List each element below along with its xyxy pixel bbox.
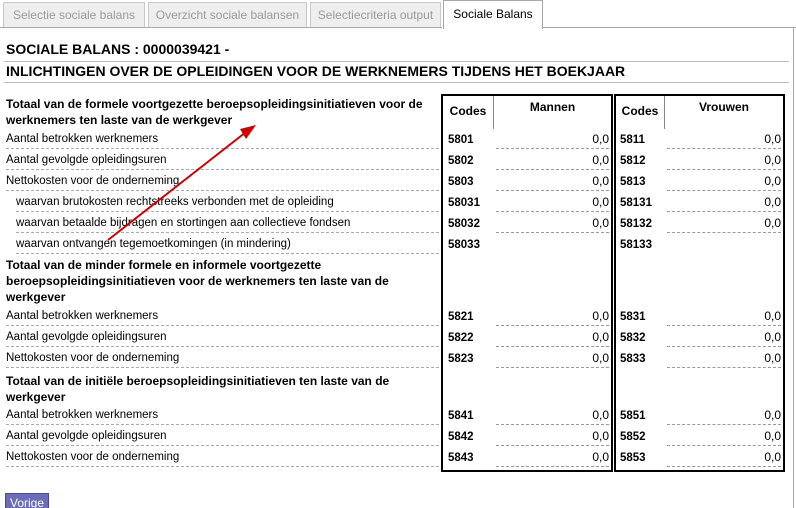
code-mannen: 5803	[448, 176, 474, 188]
content-frame-border	[793, 27, 794, 508]
value-mannen: 0,0	[496, 216, 609, 233]
code-mannen: 5821	[448, 311, 474, 323]
code-vrouwen: 58131	[620, 197, 652, 209]
mannen-header: Mannen	[529, 100, 576, 114]
value-vrouwen: 0,0	[667, 351, 781, 368]
code-mannen: 5843	[448, 452, 474, 464]
code-vrouwen: 5853	[620, 452, 646, 464]
value-mannen: 0,0	[496, 309, 609, 326]
table-border	[441, 94, 443, 472]
value-mannen: 0,0	[496, 330, 609, 347]
value-mannen: 0,0	[496, 174, 609, 191]
tab-overzicht-sociale-balansen[interactable]: Overzicht sociale balansen	[148, 2, 307, 28]
row-label: Aantal gevolgde opleidingsuren	[6, 153, 439, 170]
row-label: Aantal gevolgde opleidingsuren	[6, 330, 439, 347]
tab-sociale-balans[interactable]: Sociale Balans	[443, 0, 543, 29]
code-mannen: 5801	[448, 134, 474, 146]
code-vrouwen: 5852	[620, 431, 646, 443]
value-vrouwen: 0,0	[667, 153, 781, 170]
value-vrouwen: 0,0	[667, 330, 781, 347]
value-mannen: 0,0	[496, 429, 609, 446]
value-vrouwen: 0,0	[667, 450, 781, 467]
row-label: Aantal betrokken werknemers	[6, 408, 439, 425]
code-mannen: 58033	[448, 239, 480, 251]
row-label: waarvan ontvangen tegemoetkomingen (in m…	[16, 237, 439, 254]
codes-header: Codes	[621, 104, 659, 118]
vrouwen-header: Vrouwen	[698, 100, 749, 114]
code-vrouwen: 5833	[620, 353, 646, 365]
code-vrouwen: 58132	[620, 218, 652, 230]
tab-selectiecriteria-output[interactable]: Selectiecriteria output	[310, 2, 441, 28]
value-mannen: 0,0	[496, 450, 609, 467]
tab-divider	[543, 27, 796, 28]
value-mannen: 0,0	[496, 195, 609, 212]
table-border	[611, 94, 613, 472]
row-label: Nettokosten voor de onderneming	[6, 351, 439, 368]
code-mannen: 58031	[448, 197, 480, 209]
value-mannen: 0,0	[496, 351, 609, 368]
code-mannen: 5823	[448, 353, 474, 365]
value-mannen: 0,0	[496, 153, 609, 170]
section-title: Totaal van de initiële beroepsopleidings…	[6, 374, 390, 404]
value-vrouwen: 0,0	[667, 429, 781, 446]
divider	[4, 61, 789, 62]
section-title: Totaal van de minder formele en informel…	[6, 258, 389, 304]
code-mannen: 5802	[448, 155, 474, 167]
page-subtitle: INLICHTINGEN OVER DE OPLEIDINGEN VOOR DE…	[6, 63, 626, 79]
row-label: Aantal gevolgde opleidingsuren	[6, 429, 439, 446]
previous-button[interactable]: Vorige	[5, 493, 49, 508]
row-label: waarvan brutokosten rechtstreeks verbond…	[16, 195, 439, 212]
value-vrouwen: 0,0	[667, 408, 781, 425]
table-border	[614, 94, 785, 96]
code-vrouwen: 5812	[620, 155, 646, 167]
table-border	[614, 94, 616, 472]
table-border	[441, 94, 613, 96]
row-label: Nettokosten voor de onderneming	[6, 450, 439, 467]
code-vrouwen: 5831	[620, 311, 646, 323]
section-title: Totaal van de formele voortgezette beroe…	[6, 97, 423, 127]
row-label: waarvan betaalde bijdragen en stortingen…	[16, 216, 439, 233]
tab-selectie-sociale-balans[interactable]: Selectie sociale balans	[3, 2, 145, 28]
value-vrouwen: 0,0	[667, 216, 781, 233]
value-vrouwen: 0,0	[667, 309, 781, 326]
code-mannen: 58032	[448, 218, 480, 230]
page-title: SOCIALE BALANS : 0000039421 -	[6, 41, 230, 57]
code-vrouwen: 5813	[620, 176, 646, 188]
value-vrouwen: 0,0	[667, 174, 781, 191]
code-vrouwen: 5832	[620, 332, 646, 344]
value-vrouwen: 0,0	[667, 132, 781, 149]
code-vrouwen: 5851	[620, 410, 646, 422]
code-mannen: 5841	[448, 410, 474, 422]
value-vrouwen: 0,0	[667, 195, 781, 212]
table-border	[614, 470, 785, 472]
value-mannen: 0,0	[496, 132, 609, 149]
tab-bar: Selectie sociale balans Overzicht social…	[0, 0, 796, 29]
code-mannen: 5822	[448, 332, 474, 344]
tab-divider	[0, 27, 442, 28]
table-border	[783, 94, 785, 472]
row-label: Aantal betrokken werknemers	[6, 309, 439, 326]
codes-header: Codes	[449, 104, 487, 118]
table-border	[441, 470, 613, 472]
row-label: Nettokosten voor de onderneming	[6, 174, 439, 191]
code-vrouwen: 5811	[620, 134, 645, 146]
code-vrouwen: 58133	[620, 239, 652, 251]
row-label: Aantal betrokken werknemers	[6, 132, 439, 149]
code-mannen: 5842	[448, 431, 474, 443]
divider	[4, 82, 789, 83]
value-mannen: 0,0	[496, 408, 609, 425]
